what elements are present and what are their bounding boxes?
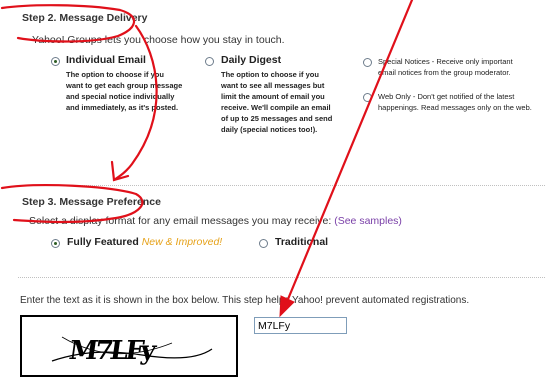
divider-2 <box>18 277 545 279</box>
radio-fully-featured[interactable] <box>51 239 60 248</box>
option-individual-email-desc: The option to choose if you want to get … <box>66 70 183 112</box>
radio-traditional[interactable] <box>259 239 268 248</box>
radio-web-only[interactable] <box>363 93 372 102</box>
radio-individual-email[interactable] <box>51 57 60 66</box>
see-samples-link[interactable]: (See samples) <box>334 215 402 227</box>
annotation-curved-arrow-head <box>110 160 130 182</box>
captcha-input[interactable] <box>254 317 347 334</box>
option-daily-digest-desc: The option to choose if you want to see … <box>221 70 333 134</box>
option-special-notices: Special Notices - Receive only important… <box>378 57 513 77</box>
step2-intro: Yahoo! Groups lets you choose how you st… <box>32 34 285 46</box>
step3-title: Step 3. Message Preference <box>22 196 161 208</box>
captcha-instruction: Enter the text as it is shown in the box… <box>20 295 470 306</box>
option-fully-featured: Fully Featured New & Improved! <box>67 236 223 248</box>
option-individual-email-label: Individual Email <box>66 54 146 66</box>
captcha-text: M7LFy <box>67 335 159 366</box>
option-traditional-label: Traditional <box>275 236 329 248</box>
radio-daily-digest[interactable] <box>205 57 214 66</box>
radio-special-notices[interactable] <box>363 58 372 67</box>
divider-1 <box>18 185 545 187</box>
step3-intro: Select a display format for any email me… <box>29 215 402 227</box>
new-improved-tag: New & Improved! <box>141 236 223 248</box>
captcha-image: M7LFy <box>20 315 238 377</box>
captcha-graphic: M7LFy <box>51 335 213 366</box>
option-special-notices-label: Special Notices <box>378 57 430 66</box>
step2-title: Step 2. Message Delivery <box>22 12 148 24</box>
option-daily-digest-label: Daily Digest <box>221 54 282 66</box>
option-web-only: Web Only - Don't get notified of the lat… <box>378 92 532 112</box>
annotation-straight-arrow <box>284 0 414 306</box>
option-web-only-label: Web Only <box>378 92 411 101</box>
